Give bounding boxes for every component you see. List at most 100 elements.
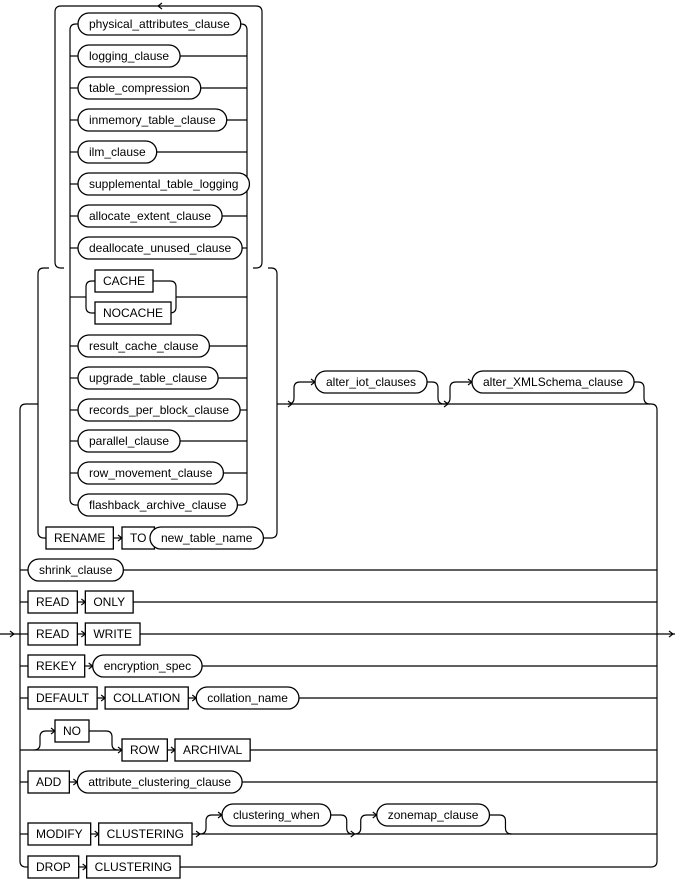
node-label: allocate_extent_clause [89, 209, 211, 223]
node-label: row_movement_clause [89, 466, 213, 480]
node-label: inmemory_table_clause [89, 113, 216, 127]
node-label: NOCACHE [103, 306, 163, 320]
keyword-box: ONLY [84, 590, 134, 614]
keyword-box: RENAME [45, 526, 114, 550]
node-label: DEFAULT [36, 691, 90, 705]
node-label: physical_attributes_clause [89, 17, 230, 31]
keyword-box: NO [54, 719, 90, 743]
nonterminal-pill: table_compression [77, 76, 202, 100]
node-label: READ [36, 595, 70, 609]
railroad-diagram: physical_attributes_clause logging_clause… [0, 2, 675, 879]
node-label: result_cache_clause [89, 339, 199, 353]
nonterminal-pill: clustering_when [221, 803, 332, 827]
nonterminal-pill: row_movement_clause [77, 461, 225, 485]
rail-curve [427, 381, 445, 405]
outer-left-rail [37, 404, 46, 539]
node-label: CLUSTERING [107, 827, 184, 841]
rail-curve [287, 381, 315, 405]
node-label: encryption_spec [104, 659, 191, 673]
nonterminal-pill: flashback_archive_clause [77, 493, 239, 517]
keyword-box: ROW [121, 738, 168, 762]
nonterminal-pill: deallocate_unused_clause [77, 236, 243, 260]
node-label: WRITE [93, 627, 132, 641]
nonterminal-pill: upgrade_table_clause [77, 366, 219, 390]
nonterminal-pill: physical_attributes_clause [77, 12, 242, 36]
loop-join [253, 261, 263, 269]
nonterminal-pill: alter_iot_clauses [314, 370, 428, 394]
node-label: ilm_clause [89, 145, 146, 159]
nonterminal-pill: allocate_extent_clause [77, 204, 223, 228]
node-label: CACHE [103, 274, 145, 288]
rail-curve [240, 498, 248, 506]
node-label: ARCHIVAL [183, 743, 242, 757]
node-label: clustering_when [233, 808, 320, 822]
node-label: TO [130, 531, 146, 545]
rail-curve [85, 280, 95, 297]
keyword-box: CLUSTERING [98, 822, 193, 846]
keyword-box: REKEY [27, 654, 86, 678]
rail-curve [153, 280, 177, 297]
node-label: deallocate_unused_clause [89, 241, 231, 255]
node-label: READ [36, 627, 70, 641]
node-label: REKEY [36, 659, 77, 673]
nonterminal-pill: attribute_clustering_clause [76, 770, 243, 794]
rail-curve [443, 381, 472, 405]
node-label: records_per_block_clause [89, 403, 229, 417]
nonterminal-pill: result_cache_clause [77, 334, 211, 358]
keyword-box: COLLATION [104, 686, 189, 710]
keyword-box: WRITE [84, 622, 141, 646]
node-label: attribute_clustering_clause [88, 775, 231, 789]
node-label: RENAME [54, 531, 105, 545]
main-left-rail [19, 410, 27, 868]
rail-curve [69, 498, 77, 506]
node-label: MODIFY [36, 827, 83, 841]
main-right-rail [650, 403, 658, 868]
rail-curve [489, 814, 512, 835]
node-label: ADD [36, 775, 62, 789]
keyword-box: CLUSTERING [86, 855, 181, 879]
nonterminal-pill: collation_name [195, 686, 300, 710]
node-label: new_table_name [161, 531, 253, 545]
node-label: zonemap_clause [388, 808, 479, 822]
keyword-box: READ [27, 622, 78, 646]
keyword-box: DEFAULT [27, 686, 98, 710]
node-label: NO [63, 724, 81, 738]
node-label: CLUSTERING [95, 860, 172, 874]
keyword-box: MODIFY [27, 822, 92, 846]
node-label: supplemental_table_logging [89, 177, 238, 191]
node-label: alter_iot_clauses [326, 375, 416, 389]
rail-curve [634, 381, 651, 405]
nonterminal-pill: shrink_clause [27, 558, 125, 582]
outer-right-rail [263, 404, 278, 539]
rail-curve [85, 297, 95, 314]
node-label: collation_name [207, 691, 288, 705]
node-label: ROW [130, 743, 160, 757]
node-label: parallel_clause [89, 434, 169, 448]
nonterminal-pill: parallel_clause [77, 429, 181, 453]
main-left-rail [19, 403, 38, 411]
keyword-box: NOCACHE [94, 301, 172, 325]
nonterminal-pill: logging_clause [77, 44, 181, 68]
nonterminal-pill: new_table_name [149, 526, 265, 550]
outer-left-rail [37, 267, 49, 404]
node-label: logging_clause [89, 49, 169, 63]
keyword-box: READ [27, 590, 78, 614]
outer-right-rail [268, 267, 278, 404]
node-label: COLLATION [113, 691, 180, 705]
rail-curve [240, 23, 248, 31]
rail-curve [69, 23, 77, 31]
nonterminal-pill: ilm_clause [77, 140, 158, 164]
nonterminal-pill: records_per_block_clause [77, 398, 241, 422]
node-label: flashback_archive_clause [89, 498, 227, 512]
node-label: DROP [36, 860, 71, 874]
nonterminal-pill: supplemental_table_logging [77, 172, 251, 196]
loop-join [54, 261, 64, 269]
rail-curve [330, 814, 353, 835]
keyword-box: DROP [27, 855, 80, 879]
rail-curve [89, 730, 119, 751]
nonterminal-pill: inmemory_table_clause [77, 108, 228, 132]
node-label: shrink_clause [39, 563, 113, 577]
node-label: alter_XMLSchema_clause [483, 375, 623, 389]
node-label: ONLY [93, 595, 125, 609]
nonterminal-pill: zonemap_clause [376, 803, 491, 827]
